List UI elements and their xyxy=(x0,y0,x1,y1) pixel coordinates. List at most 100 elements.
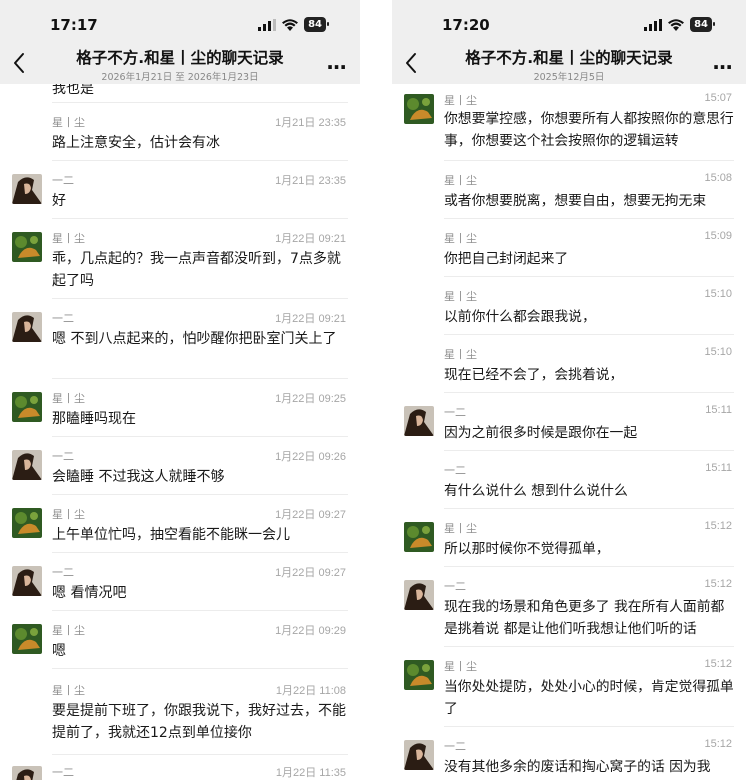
sender-name: 一二 xyxy=(444,740,466,753)
message-text: 你想要掌控感，你想要所有人都按照你的意思行事，你想要这个社会按照你的逻辑运转 xyxy=(444,111,734,149)
sender-name: 一二 xyxy=(52,766,74,779)
title-block: 格子不方.和星丨尘的聊天记录 2025年12月5日 xyxy=(432,46,706,83)
avatar-xingchen[interactable] xyxy=(12,232,42,262)
list-item[interactable]: 星丨尘 15:10 现在已经不会了，会挑着说， xyxy=(392,334,746,392)
avatar-landscape-icon xyxy=(404,94,434,124)
avatar-landscape-icon xyxy=(12,624,42,654)
avatar-yier[interactable] xyxy=(12,312,42,342)
message-text: 好 xyxy=(52,193,66,209)
message-text: 乖，几点起的？我一点声音都没听到，7点多就起了吗 xyxy=(52,251,341,289)
more-button[interactable]: ... xyxy=(326,52,347,72)
sender-name: 星丨尘 xyxy=(444,522,477,535)
page-title: 格子不方.和星丨尘的聊天记录 xyxy=(465,49,673,67)
chevron-left-icon xyxy=(14,53,24,73)
avatar-landscape-icon xyxy=(404,660,434,690)
list-item[interactable]: 一二 1月22日 11:35 xyxy=(0,752,360,780)
list-item[interactable]: 星丨尘 15:07 你想要掌控感，你想要所有人都按照你的意思行事，你想要这个社会… xyxy=(392,84,746,162)
message-text: 以前你什么都会跟我说， xyxy=(444,309,596,325)
list-item[interactable]: 一二 1月22日 09:26 会瞌睡 不过我这人就睡不够 xyxy=(0,436,360,494)
status-time: 17:20 xyxy=(442,16,490,34)
list-item[interactable]: 星丨尘 1月22日 09:29 嗯 xyxy=(0,610,360,668)
list-item[interactable]: 星丨尘 15:09 你把自己封闭起来了 xyxy=(392,218,746,276)
avatar-yier[interactable] xyxy=(12,566,42,596)
message-text: 因为之前很多时候是跟你在一起 xyxy=(444,425,638,441)
message-text: 现在已经不会了，会挑着说， xyxy=(444,367,624,383)
avatar-yier[interactable] xyxy=(12,174,42,204)
message-time: 1月22日 09:29 xyxy=(275,625,346,637)
message-time: 15:12 xyxy=(704,658,732,670)
avatar-portrait-icon xyxy=(404,580,434,610)
list-item[interactable]: 一二 1月22日 09:27 嗯 看情况吧 xyxy=(0,552,360,610)
sender-name: 星丨尘 xyxy=(52,508,85,521)
more-button[interactable]: ... xyxy=(712,52,733,72)
list-item[interactable]: 星丨尘 1月21日 23:35 路上注意安全，估计会有冰 xyxy=(0,102,360,160)
list-item[interactable]: 一二 15:11 有什么说什么 想到什么说什么 xyxy=(392,450,746,508)
avatar-landscape-icon xyxy=(404,522,434,552)
avatar-landscape-icon xyxy=(12,392,42,422)
back-button[interactable] xyxy=(8,48,32,78)
avatar-yier[interactable] xyxy=(404,740,434,770)
avatar-xingchen[interactable] xyxy=(404,94,434,124)
list-item[interactable]: 星丨尘 15:10 以前你什么都会跟我说， xyxy=(392,276,746,334)
message-text: 当你处处提防，处处小心的时候，肯定觉得孤单了 xyxy=(444,679,734,717)
list-item[interactable]: 星丨尘 15:12 当你处处提防，处处小心的时候，肯定觉得孤单了 xyxy=(392,646,746,726)
list-item[interactable]: 一二 15:11 因为之前很多时候是跟你在一起 xyxy=(392,392,746,450)
sender-name: 星丨尘 xyxy=(444,660,477,673)
sender-name: 星丨尘 xyxy=(444,290,477,303)
message-text: 上午单位忙吗，抽空看能不能眯一会儿 xyxy=(52,527,290,543)
message-time: 15:12 xyxy=(704,520,732,532)
sender-name: 一二 xyxy=(52,312,74,325)
avatar-portrait-icon xyxy=(12,312,42,342)
list-item[interactable]: 星丨尘 1月22日 11:08 要是提前下班了，你跟我说下，我好过去，不能提前了… xyxy=(0,670,360,756)
list-item[interactable]: 一二 15:12 没有其他多余的废话和掏心窝子的话 因为我 xyxy=(392,726,746,780)
back-button[interactable] xyxy=(400,48,424,78)
message-time: 15:08 xyxy=(704,172,732,184)
divider xyxy=(52,668,348,669)
list-item[interactable]: 星丨尘 15:08 或者你想要脱离，想要自由，想要无拘无束 xyxy=(392,160,746,218)
date-range: 2026年1月21日 至 2026年1月23日 xyxy=(101,72,259,83)
message-text: 嗯 不到八点起来的，怕吵醒你把卧室门关上了 xyxy=(52,331,337,347)
message-time: 15:11 xyxy=(705,404,732,416)
list-item[interactable]: 一二 1月21日 23:35 好 xyxy=(0,160,360,218)
page-title: 格子不方.和星丨尘的聊天记录 xyxy=(76,49,284,67)
avatar-portrait-icon xyxy=(12,450,42,480)
sender-name: 星丨尘 xyxy=(52,624,85,637)
avatar-xingchen[interactable] xyxy=(12,392,42,422)
avatar-xingchen[interactable] xyxy=(12,624,42,654)
avatar-yier[interactable] xyxy=(404,580,434,610)
chat-history-panel-right: 星丨尘 15:07 你想要掌控感，你想要所有人都按照你的意思行事，你想要这个社会… xyxy=(392,0,746,780)
avatar-yier[interactable] xyxy=(12,766,42,780)
list-item[interactable]: 星丨尘 1月22日 09:27 上午单位忙吗，抽空看能不能眯一会儿 xyxy=(0,494,360,552)
message-text: 路上注意安全，估计会有冰 xyxy=(52,135,220,151)
avatar-portrait-icon xyxy=(12,174,42,204)
status-icons: 84 xyxy=(258,17,329,32)
avatar-yier[interactable] xyxy=(404,406,434,436)
sender-name: 一二 xyxy=(52,174,74,187)
list-item[interactable]: 一二 15:12 现在我的场景和角色更多了 我在所有人面前都是挑着说 都是让他们… xyxy=(392,566,746,646)
message-text: 所以那时候你不觉得孤单， xyxy=(444,541,610,557)
avatar-xingchen[interactable] xyxy=(12,508,42,538)
message-time: 1月22日 09:26 xyxy=(275,451,346,463)
message-time: 1月21日 23:35 xyxy=(275,117,346,129)
list-item[interactable]: 星丨尘 15:12 所以那时候你不觉得孤单， xyxy=(392,508,746,566)
message-time: 1月22日 09:21 xyxy=(275,233,346,245)
list-item[interactable]: 星丨尘 1月22日 09:25 那瞌睡吗现在 xyxy=(0,378,360,436)
message-time: 1月22日 11:35 xyxy=(275,767,346,779)
list-item[interactable]: 星丨尘 1月22日 09:21 乖，几点起的？我一点声音都没听到，7点多就起了吗 xyxy=(0,218,360,298)
avatar-xingchen[interactable] xyxy=(404,660,434,690)
list-item[interactable]: 一二 1月22日 09:21 嗯 不到八点起来的，怕吵醒你把卧室门关上了 xyxy=(0,298,360,378)
message-time: 15:11 xyxy=(705,462,732,474)
message-time: 15:10 xyxy=(704,346,732,358)
message-time: 1月22日 09:27 xyxy=(275,567,346,579)
message-time: 15:10 xyxy=(704,288,732,300)
title-block: 格子不方.和星丨尘的聊天记录 2026年1月21日 至 2026年1月23日 xyxy=(40,46,320,83)
avatar-xingchen[interactable] xyxy=(404,522,434,552)
sender-name: 星丨尘 xyxy=(52,684,85,697)
message-text: 现在我的场景和角色更多了 我在所有人面前都是挑着说 都是让他们听我想让他们听的话 xyxy=(444,599,725,637)
chevron-left-icon xyxy=(406,53,416,73)
sender-name: 星丨尘 xyxy=(52,232,85,245)
avatar-yier[interactable] xyxy=(12,450,42,480)
avatar-portrait-icon xyxy=(12,566,42,596)
message-time: 15:09 xyxy=(704,230,732,242)
sender-name: 一二 xyxy=(52,566,74,579)
